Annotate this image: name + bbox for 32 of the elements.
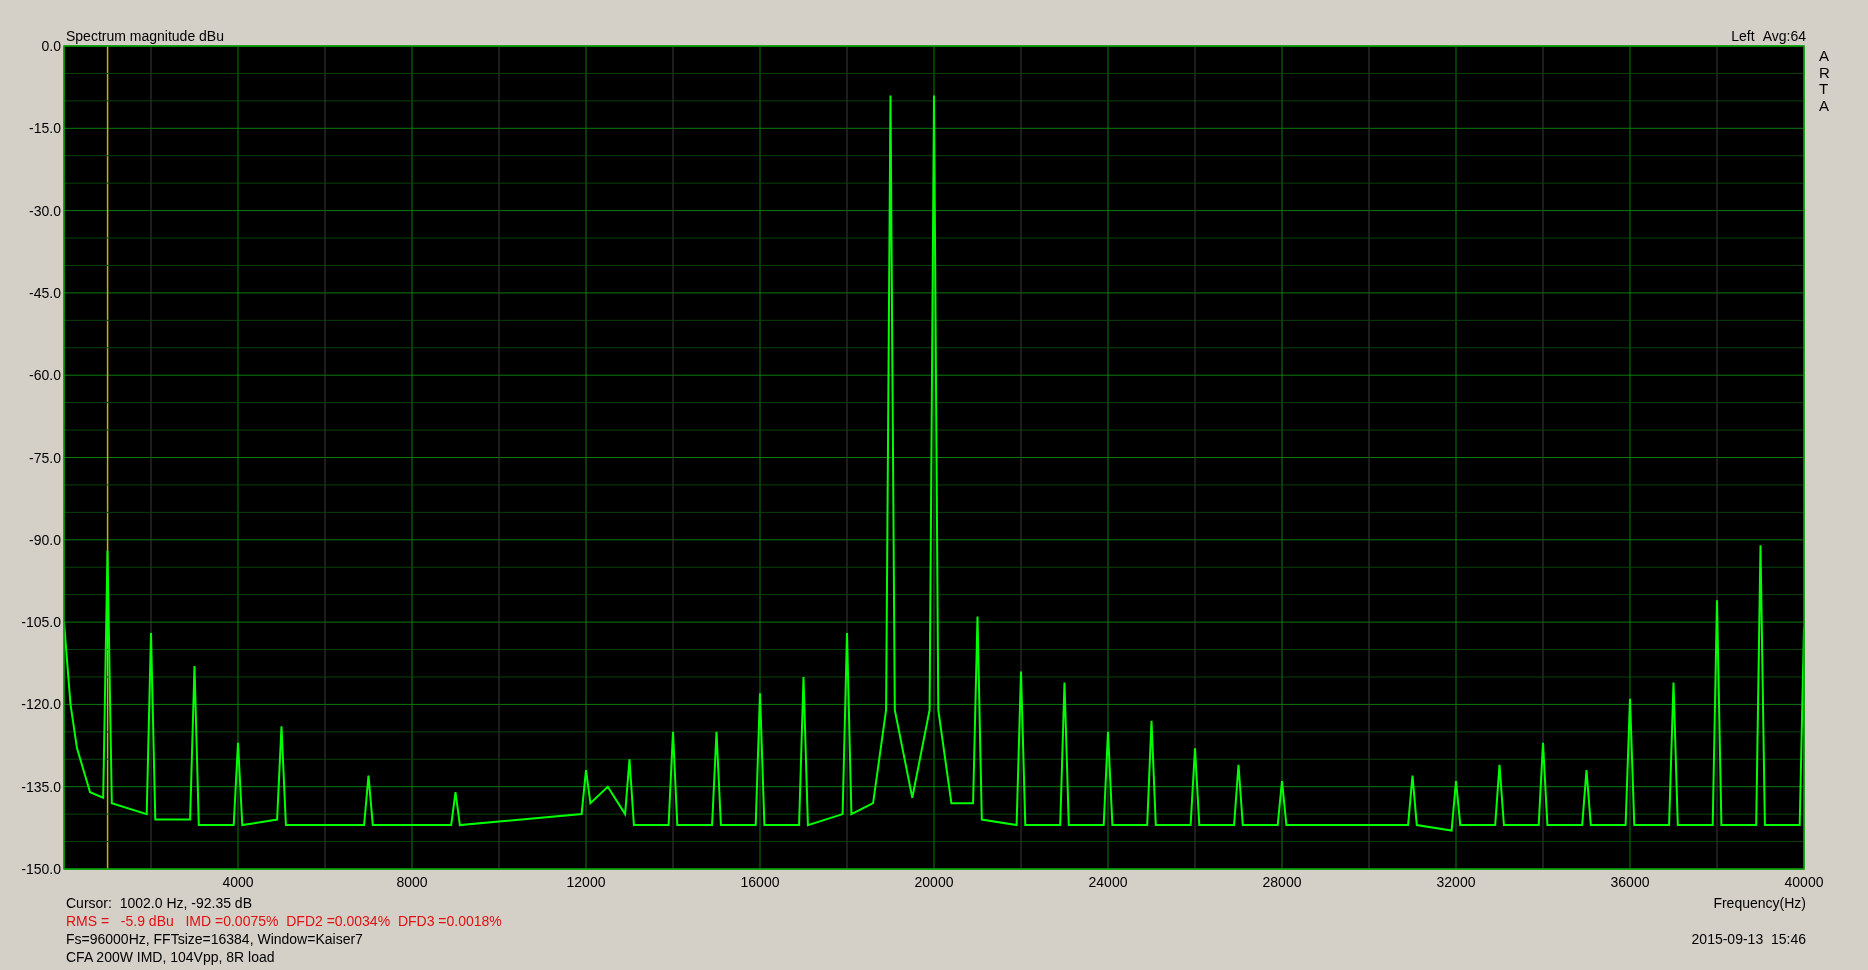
averaging-info: Avg:64 [1762, 27, 1806, 45]
readout-line: Fs=96000Hz, FFTsize=16384, Window=Kaiser7 [66, 930, 364, 948]
timestamp: 2015-09-13 15:46 [1691, 930, 1806, 948]
brand-label: ARTA [1819, 48, 1831, 114]
axis-tick-label: -15.0 [29, 120, 61, 137]
axis-tick-label: -30.0 [29, 202, 61, 219]
axis-tick-label: 24000 [1088, 874, 1128, 890]
readout-line: CFA 200W IMD, 104Vpp, 8R load [66, 948, 276, 966]
readout-line: RMS = -5.9 dBu IMD =0.0075% DFD2 =0.0034% DFD3 =0.0018% [66, 912, 502, 930]
axis-tick-label: -150.0 [21, 861, 61, 877]
axis-tick-label: -90.0 [29, 531, 61, 548]
axis-tick-label: -75.0 [29, 449, 61, 466]
axis-tick-label: 0.0 [41, 38, 61, 54]
axis-tick-label: -60.0 [29, 367, 61, 384]
axis-tick-label: 36000 [1610, 874, 1650, 890]
axis-tick-label: 40000 [1784, 874, 1824, 890]
axis-tick-label: 20000 [914, 874, 954, 890]
cursor-line[interactable] [106, 45, 109, 870]
axis-tick-label: 4000 [222, 874, 254, 890]
axis-tick-label: -120.0 [21, 696, 61, 713]
axis-tick-label: 16000 [740, 874, 780, 890]
axis-tick-label: 32000 [1436, 874, 1476, 890]
x-axis-label: Frequency(Hz) [1713, 894, 1806, 912]
channel-name: Left [1731, 27, 1755, 45]
axis-tick-label: -105.0 [21, 614, 61, 631]
axis-tick-label: 12000 [566, 874, 606, 890]
axis-tick-label: 8000 [396, 874, 428, 890]
axis-tick-label: 28000 [1262, 874, 1302, 890]
readout-line: Cursor: 1002.0 Hz, -92.35 dB [66, 894, 253, 912]
chart-title: Spectrum magnitude dBu [66, 27, 224, 45]
axis-tick-label: -45.0 [29, 284, 61, 301]
axis-tick-label: -135.0 [21, 778, 61, 795]
